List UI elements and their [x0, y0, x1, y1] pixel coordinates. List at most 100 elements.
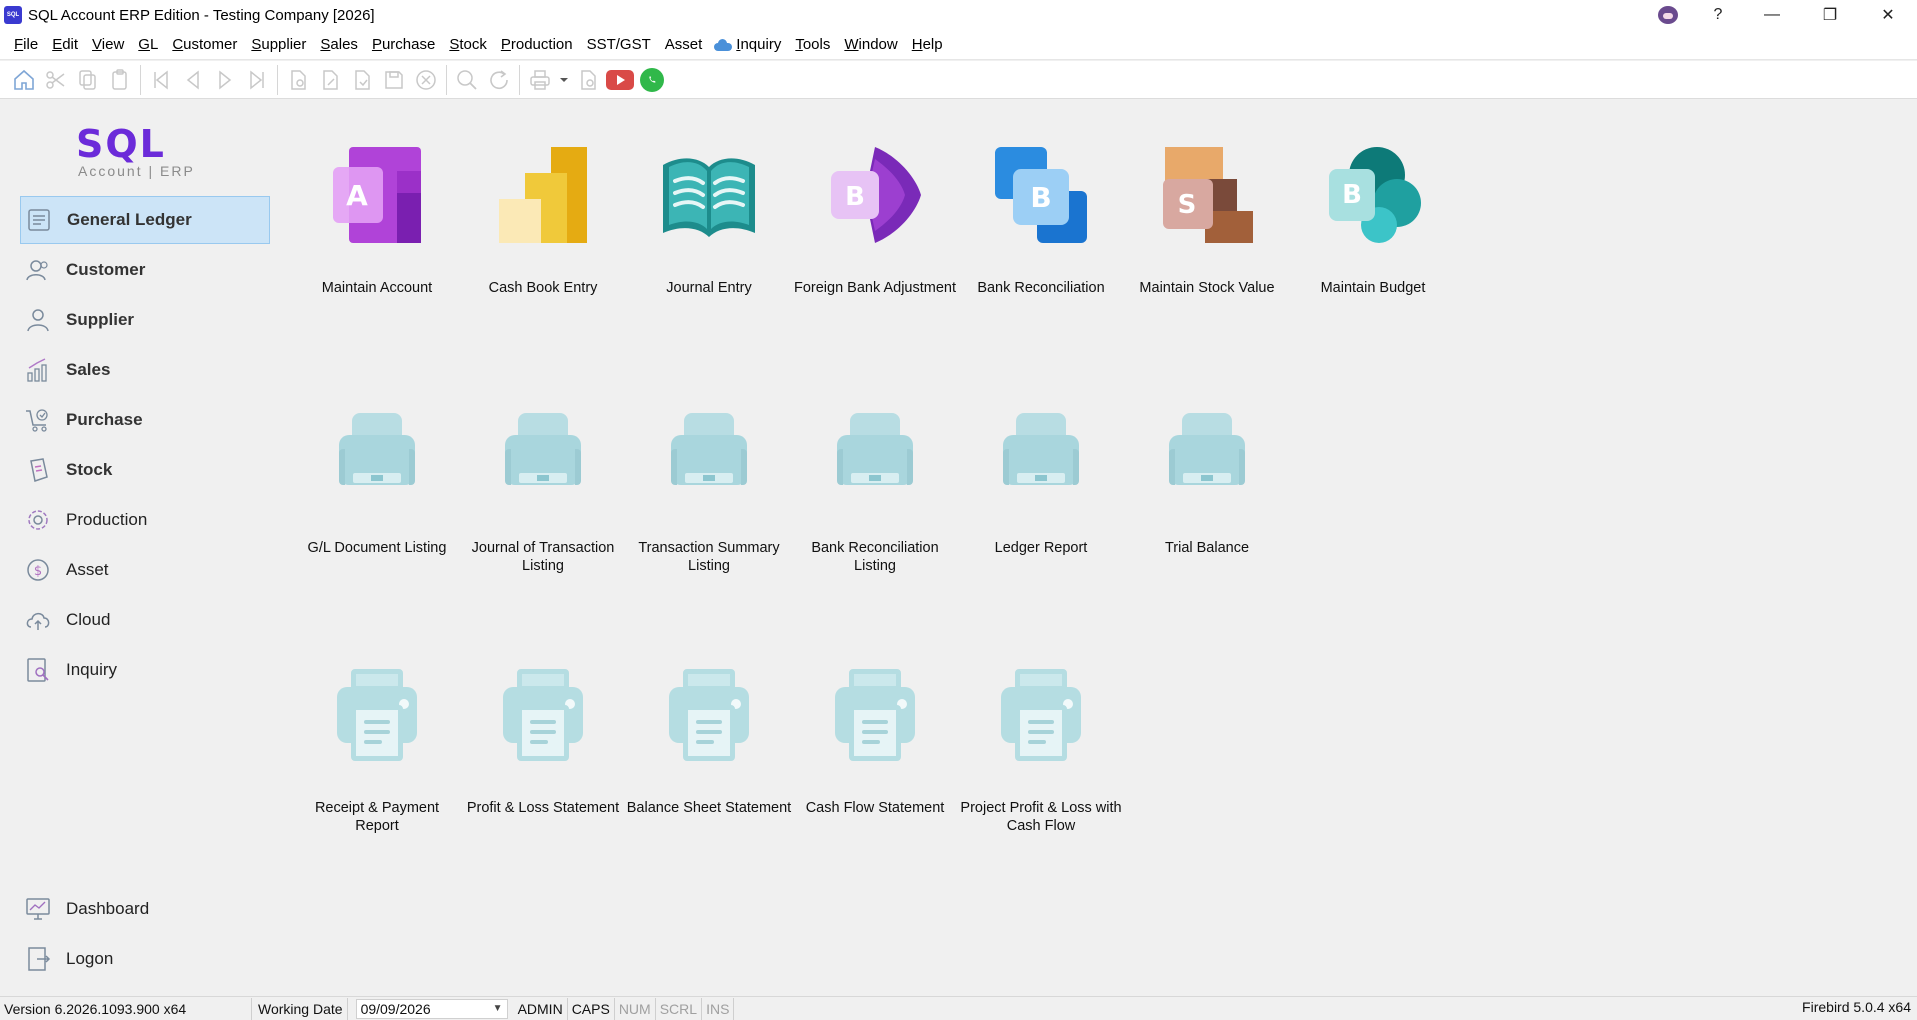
sidebar-item-asset[interactable]: $ Asset [20, 546, 270, 594]
brand-main: SQL [76, 122, 166, 166]
svg-text:B: B [1030, 181, 1051, 214]
print-dropdown-icon[interactable] [556, 64, 572, 96]
tile-transaction-summary-listing[interactable]: Transaction Summary Listing [626, 405, 792, 575]
menu-customer[interactable]: Customer [172, 36, 237, 53]
first-record-icon[interactable] [145, 64, 177, 96]
printer-icon [991, 405, 1091, 505]
sidebar-item-dashboard[interactable]: Dashboard [20, 885, 270, 933]
tile-journal-of-transaction-listing[interactable]: Journal of Transaction Listing [460, 405, 626, 575]
menu-file[interactable]: File [14, 36, 38, 53]
tile-cash-flow-statement[interactable]: Cash Flow Statement [792, 665, 958, 817]
cart-icon [24, 406, 52, 434]
tile-ledger-report[interactable]: Ledger Report [958, 405, 1124, 557]
new-document-icon[interactable] [282, 64, 314, 96]
app-logo-icon: SQL [4, 6, 22, 24]
tile-bank-reconciliation[interactable]: B Bank Reconciliation [958, 145, 1124, 297]
tile-balance-sheet-statement[interactable]: Balance Sheet Statement [626, 665, 792, 817]
menu-tools[interactable]: Tools [795, 36, 830, 53]
tile-cash-book-entry[interactable]: Cash Book Entry [460, 145, 626, 297]
menu-purchase[interactable]: Purchase [372, 36, 435, 53]
menu-inquiry[interactable]: Inquiry [736, 36, 781, 53]
sidebar-item-label: Supplier [66, 310, 135, 329]
printer-icon [659, 405, 759, 505]
menu-help[interactable]: Help [912, 36, 943, 53]
help-button[interactable]: ? [1693, 0, 1743, 30]
copy-icon[interactable] [72, 64, 104, 96]
sidebar-item-logon[interactable]: Logon [20, 935, 270, 983]
menu-asset[interactable]: Asset [665, 36, 703, 53]
save-icon[interactable] [378, 64, 410, 96]
brand-sub: Account | ERP [78, 163, 195, 179]
svg-text:B: B [845, 182, 865, 212]
sidebar-item-customer[interactable]: Customer [20, 246, 270, 294]
sidebar-item-production[interactable]: Production [20, 496, 270, 544]
print-icon[interactable] [524, 64, 556, 96]
logon-door-icon [24, 945, 52, 973]
printer-icon [327, 405, 427, 505]
prev-record-icon[interactable] [177, 64, 209, 96]
approve-document-icon[interactable] [346, 64, 378, 96]
window-title: SQL Account ERP Edition - Testing Compan… [28, 6, 375, 24]
tile-foreign-bank-adjustment[interactable]: B Foreign Bank Adjustment [792, 145, 958, 297]
menu-sales[interactable]: Sales [320, 36, 358, 53]
menu-window[interactable]: Window [844, 36, 897, 53]
tile-receipt-payment-report[interactable]: Receipt & Payment Report [294, 665, 460, 835]
maximize-button[interactable]: ❐ [1801, 0, 1859, 30]
bank-reconcile-icon: B [991, 145, 1091, 245]
toolbar-separator [519, 64, 520, 95]
tile-maintain-account[interactable]: A Maintain Account [294, 145, 460, 297]
title-bar: SQL SQL Account ERP Edition - Testing Co… [0, 0, 1917, 30]
close-button[interactable]: ✕ [1859, 0, 1917, 30]
sidebar-item-general-ledger[interactable]: General Ledger [20, 196, 270, 244]
supplier-icon [24, 306, 52, 334]
whatsapp-icon[interactable] [636, 64, 668, 96]
paste-icon[interactable] [104, 64, 136, 96]
tile-trial-balance[interactable]: Trial Balance [1124, 405, 1290, 557]
tile-label: Ledger Report [994, 540, 1088, 556]
chevron-down-icon[interactable]: ▼ [493, 1003, 503, 1014]
menu-gl[interactable]: GL [138, 36, 158, 53]
preview-document-icon[interactable] [572, 64, 604, 96]
status-bar: Version 6.2026.1093.900 x64 Working Date… [0, 996, 1917, 1020]
cloud-menu-icon[interactable] [712, 38, 733, 51]
cut-icon[interactable] [40, 64, 72, 96]
menu-production[interactable]: Production [501, 36, 573, 53]
sidebar-item-purchase[interactable]: Purchase [20, 396, 270, 444]
sidebar-item-label: Dashboard [66, 899, 150, 918]
menu-view[interactable]: View [92, 36, 124, 53]
sidebar-item-stock[interactable]: Stock [20, 446, 270, 494]
menu-edit[interactable]: Edit [52, 36, 78, 53]
tile-label: Project Profit & Loss with Cash Flow [960, 800, 1122, 834]
mascot-icon[interactable] [1643, 0, 1693, 30]
next-record-icon[interactable] [209, 64, 241, 96]
menu-supplier[interactable]: Supplier [251, 36, 306, 53]
home-icon[interactable] [8, 64, 40, 96]
search-icon[interactable] [451, 64, 483, 96]
sidebar-item-cloud[interactable]: Cloud [20, 596, 270, 644]
tile-maintain-stock-value[interactable]: S Maintain Stock Value [1124, 145, 1290, 297]
tile-label: Balance Sheet Statement [626, 800, 792, 816]
sidebar-item-supplier[interactable]: Supplier [20, 296, 270, 344]
refresh-icon[interactable] [483, 64, 515, 96]
cancel-icon[interactable] [410, 64, 442, 96]
working-date-picker[interactable]: 09/09/2026 ▼ [355, 998, 508, 1019]
minimize-button[interactable]: — [1743, 0, 1801, 30]
tile-journal-entry[interactable]: Journal Entry [626, 145, 792, 297]
svg-text:A: A [346, 179, 368, 212]
tile-label: Maintain Budget [1320, 280, 1426, 296]
menu-stock[interactable]: Stock [449, 36, 487, 53]
tile-bank-reconciliation-listing[interactable]: Bank Reconciliation Listing [792, 405, 958, 575]
stock-value-icon: S [1157, 145, 1257, 245]
sidebar-item-sales[interactable]: Sales [20, 346, 270, 394]
tile-profit-loss-statement[interactable]: Profit & Loss Statement [460, 665, 626, 817]
youtube-icon[interactable] [604, 64, 636, 96]
tile-gl-document-listing[interactable]: G/L Document Listing [294, 405, 460, 557]
foreign-bank-icon: B [825, 145, 925, 245]
tile-maintain-budget[interactable]: B Maintain Budget [1290, 145, 1456, 297]
edit-document-icon[interactable] [314, 64, 346, 96]
last-record-icon[interactable] [241, 64, 273, 96]
menu-sst-gst[interactable]: SST/GST [587, 36, 651, 53]
toolbar-separator [140, 64, 141, 95]
tile-project-profit-loss-cash-flow[interactable]: Project Profit & Loss with Cash Flow [958, 665, 1124, 835]
sidebar-item-inquiry[interactable]: Inquiry [20, 646, 270, 694]
